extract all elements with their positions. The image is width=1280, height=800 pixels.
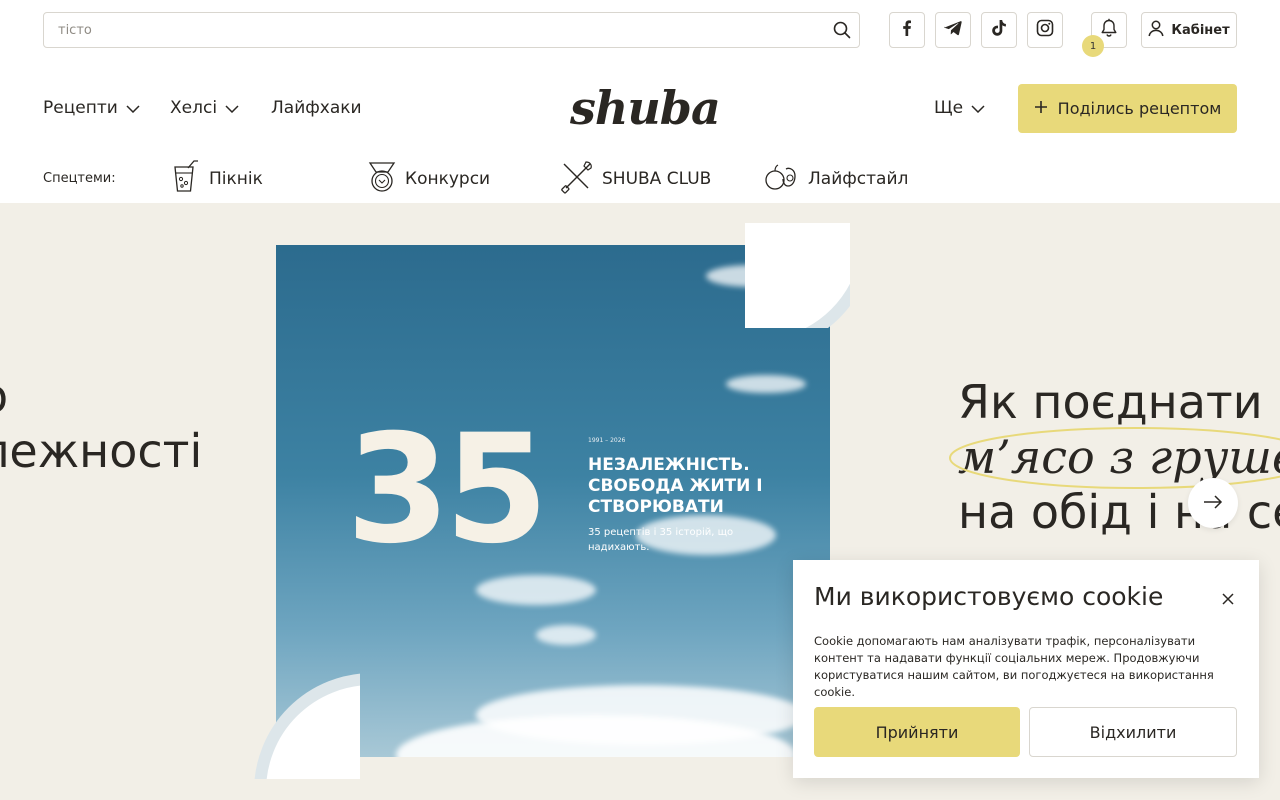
- fruits-icon: [764, 160, 800, 199]
- next-slide-button[interactable]: [1188, 478, 1238, 528]
- topic-picnic-label: Пікнік: [209, 169, 263, 189]
- notification-count-badge: 1: [1082, 35, 1104, 57]
- topic-contests[interactable]: Конкурси: [367, 160, 491, 199]
- cloud: [476, 575, 596, 605]
- slide-years: 1991 – 2026: [588, 437, 626, 444]
- slide-subtitle: 35 рецептів і 35 історій, що надихають.: [588, 527, 734, 553]
- chevron-down-icon: [971, 98, 985, 118]
- decorative-arc: [745, 223, 850, 328]
- cookie-text: Cookie допомагають нам аналізувати трафі…: [814, 634, 1214, 699]
- nav-more-label: Ще: [934, 98, 964, 118]
- drink-glass-icon: [171, 159, 201, 199]
- slide-title: Незалежність. Свобода жити і створювати: [588, 455, 763, 517]
- search-bar[interactable]: [43, 12, 860, 48]
- nav-healthy-label: Хелсі: [170, 98, 218, 118]
- nav-recipes-label: Рецепти: [43, 98, 118, 118]
- decorative-arc: [254, 673, 360, 779]
- prev-slide-title-line1: о: [0, 369, 202, 424]
- share-recipe-label: Поділись рецептом: [1057, 99, 1222, 118]
- telegram-button[interactable]: [935, 12, 971, 48]
- nav-lifehacks[interactable]: Лайфхаки: [271, 96, 362, 120]
- share-recipe-button[interactable]: Поділись рецептом: [1018, 84, 1237, 133]
- account-button[interactable]: Кабінет: [1141, 12, 1237, 48]
- topic-lifestyle-label: Лайфстайл: [808, 169, 909, 189]
- bell-icon: [1100, 18, 1118, 42]
- telegram-icon: [944, 20, 962, 40]
- nav-lifehacks-label: Лайфхаки: [271, 98, 362, 118]
- medal-icon: [367, 160, 397, 199]
- facebook-icon: [899, 20, 915, 40]
- chevron-down-icon: [225, 98, 239, 118]
- topic-contests-label: Конкурси: [405, 169, 491, 189]
- cloud: [536, 625, 596, 645]
- arrow-right-icon: [1203, 494, 1223, 513]
- plus-icon: [1034, 99, 1048, 118]
- nav-more[interactable]: Ще: [934, 96, 985, 120]
- search-input[interactable]: [44, 13, 825, 47]
- site-logo[interactable]: shuba: [570, 80, 721, 136]
- facebook-button[interactable]: [889, 12, 925, 48]
- topic-picnic[interactable]: Пікнік: [171, 159, 263, 199]
- close-icon[interactable]: [1217, 588, 1239, 610]
- topic-lifestyle[interactable]: Лайфстайл: [764, 162, 908, 196]
- topic-shuba-club[interactable]: SHUBA CLUB: [560, 160, 712, 199]
- account-label: Кабінет: [1171, 22, 1230, 38]
- tiktok-button[interactable]: [981, 12, 1017, 48]
- instagram-icon: [1036, 19, 1054, 41]
- cookie-banner: Ми використовуємо cookie Cookie допомага…: [793, 560, 1259, 778]
- user-icon: [1148, 20, 1164, 41]
- cookie-title: Ми використовуємо cookie: [814, 582, 1164, 611]
- prev-slide-title[interactable]: о лежності: [0, 369, 202, 479]
- chevron-down-icon: [126, 98, 140, 118]
- nav-healthy[interactable]: Хелсі: [170, 96, 239, 120]
- prev-slide-title-line2: лежності: [0, 424, 203, 478]
- decline-cookies-button[interactable]: Відхилити: [1029, 707, 1237, 757]
- accept-cookies-button[interactable]: Прийняти: [814, 707, 1020, 757]
- special-topics-label: Спецтеми:: [43, 171, 116, 186]
- topic-shuba-club-label: SHUBA CLUB: [602, 169, 712, 189]
- search-icon[interactable]: [825, 13, 859, 47]
- instagram-button[interactable]: [1027, 12, 1063, 48]
- nav-recipes[interactable]: Рецепти: [43, 96, 140, 120]
- tiktok-icon: [991, 20, 1007, 40]
- cloud: [726, 375, 806, 393]
- utensils-icon: [560, 160, 594, 199]
- slide-big-number: 35: [346, 403, 549, 577]
